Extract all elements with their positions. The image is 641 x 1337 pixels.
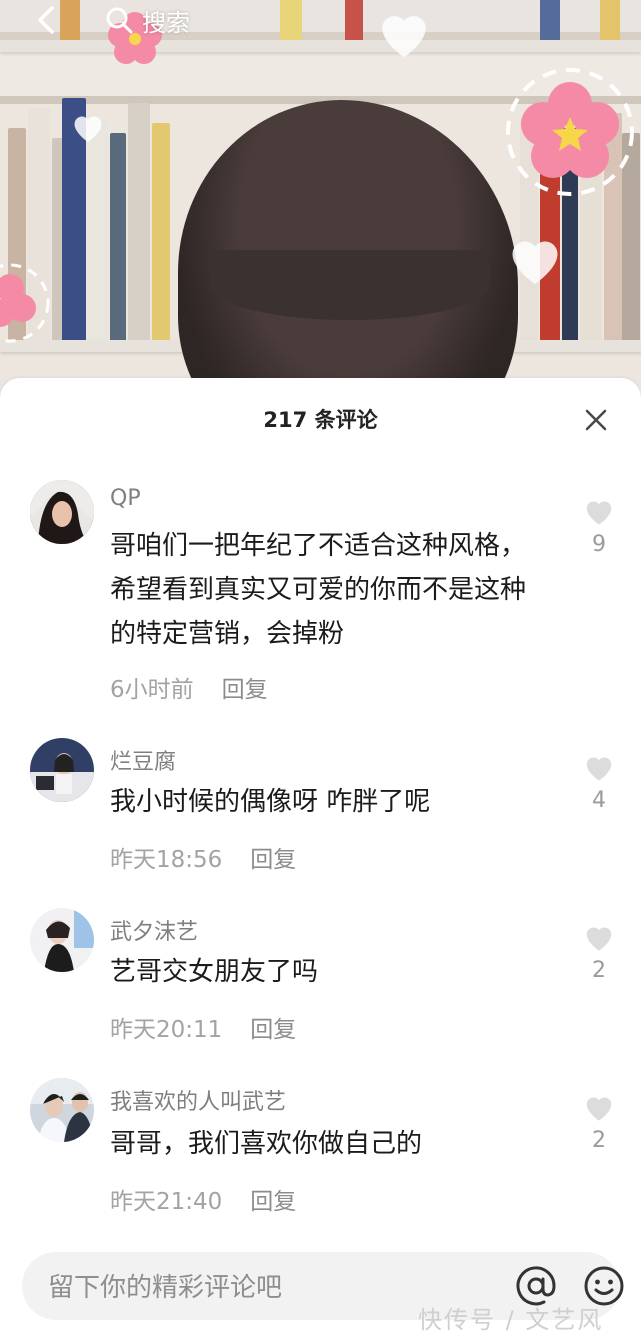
comment-text: 我小时候的偶像呀 咋胖了呢 — [110, 787, 431, 817]
search-label: 搜索 — [142, 8, 190, 37]
person-hairline — [210, 250, 490, 320]
comment-time: 昨天20:11 — [110, 1017, 223, 1043]
comment-username[interactable]: 武夕沫艺 — [110, 914, 198, 946]
comment-input-placeholder: 留下你的精彩评论吧 — [48, 1273, 283, 1303]
like-button[interactable]: 2 — [582, 922, 616, 983]
comment-text: 哥哥，我们喜欢你做自己的 — [110, 1129, 423, 1159]
search-button[interactable]: 搜索 — [104, 2, 190, 38]
heart-sticker-icon — [74, 116, 102, 142]
comments-sheet: 217 条评论 — [0, 378, 641, 1337]
comment-username[interactable]: 我喜欢的人叫武艺 — [110, 1084, 286, 1116]
watermark: 快传号 / 文艺风 — [418, 1306, 604, 1334]
reply-button[interactable]: 回复 — [250, 840, 296, 874]
comment-time: 昨天21:40 — [110, 1189, 223, 1215]
like-count: 2 — [592, 1128, 606, 1153]
chevron-left-icon[interactable] — [30, 2, 66, 38]
reply-button[interactable]: 回复 — [222, 670, 268, 704]
comment-username[interactable]: 烂豆腐 — [110, 744, 176, 776]
heart-icon — [586, 757, 612, 781]
like-count: 4 — [592, 788, 606, 813]
heart-icon — [586, 927, 612, 951]
like-count: 9 — [592, 532, 606, 557]
comment-text: 哥咱们一把年纪了不适合这种风格， 希望看到真实又可爱的你而不是这种的特定营销，会… — [110, 531, 527, 649]
search-icon — [106, 7, 133, 34]
avatar[interactable] — [30, 480, 94, 544]
like-count: 2 — [592, 958, 606, 983]
comment-meta: 6小时前 回复 — [110, 670, 268, 704]
heart-sticker-icon — [512, 241, 558, 284]
comment-text: 艺哥交女朋友了吗 — [110, 957, 319, 987]
comment-time: 6小时前 — [110, 677, 194, 703]
reply-button[interactable]: 回复 — [250, 1182, 296, 1216]
top-bar: 搜索 — [0, 0, 641, 44]
avatar[interactable] — [30, 738, 94, 802]
flower-sticker-icon — [0, 263, 50, 343]
reply-button[interactable]: 回复 — [250, 1010, 296, 1044]
close-icon[interactable] — [580, 404, 612, 436]
avatar[interactable] — [30, 908, 94, 972]
comments-count-title: 217 条评论 — [263, 408, 378, 432]
heart-icon — [586, 1097, 612, 1121]
flower-sticker-icon — [506, 68, 634, 196]
like-button[interactable]: 4 — [582, 752, 616, 813]
video-player[interactable]: 搜索 — [0, 0, 641, 400]
avatar[interactable] — [30, 1078, 94, 1142]
heart-icon — [586, 501, 612, 525]
like-button[interactable]: 2 — [582, 1092, 616, 1153]
comment-meta: 昨天20:11 回复 — [110, 1010, 296, 1044]
comment-username[interactable]: QP — [110, 486, 141, 511]
like-button[interactable]: 9 — [582, 496, 616, 557]
comment-time: 昨天18:56 — [110, 847, 223, 873]
comment-meta: 昨天18:56 回复 — [110, 840, 296, 874]
comment-meta: 昨天21:40 回复 — [110, 1182, 296, 1216]
